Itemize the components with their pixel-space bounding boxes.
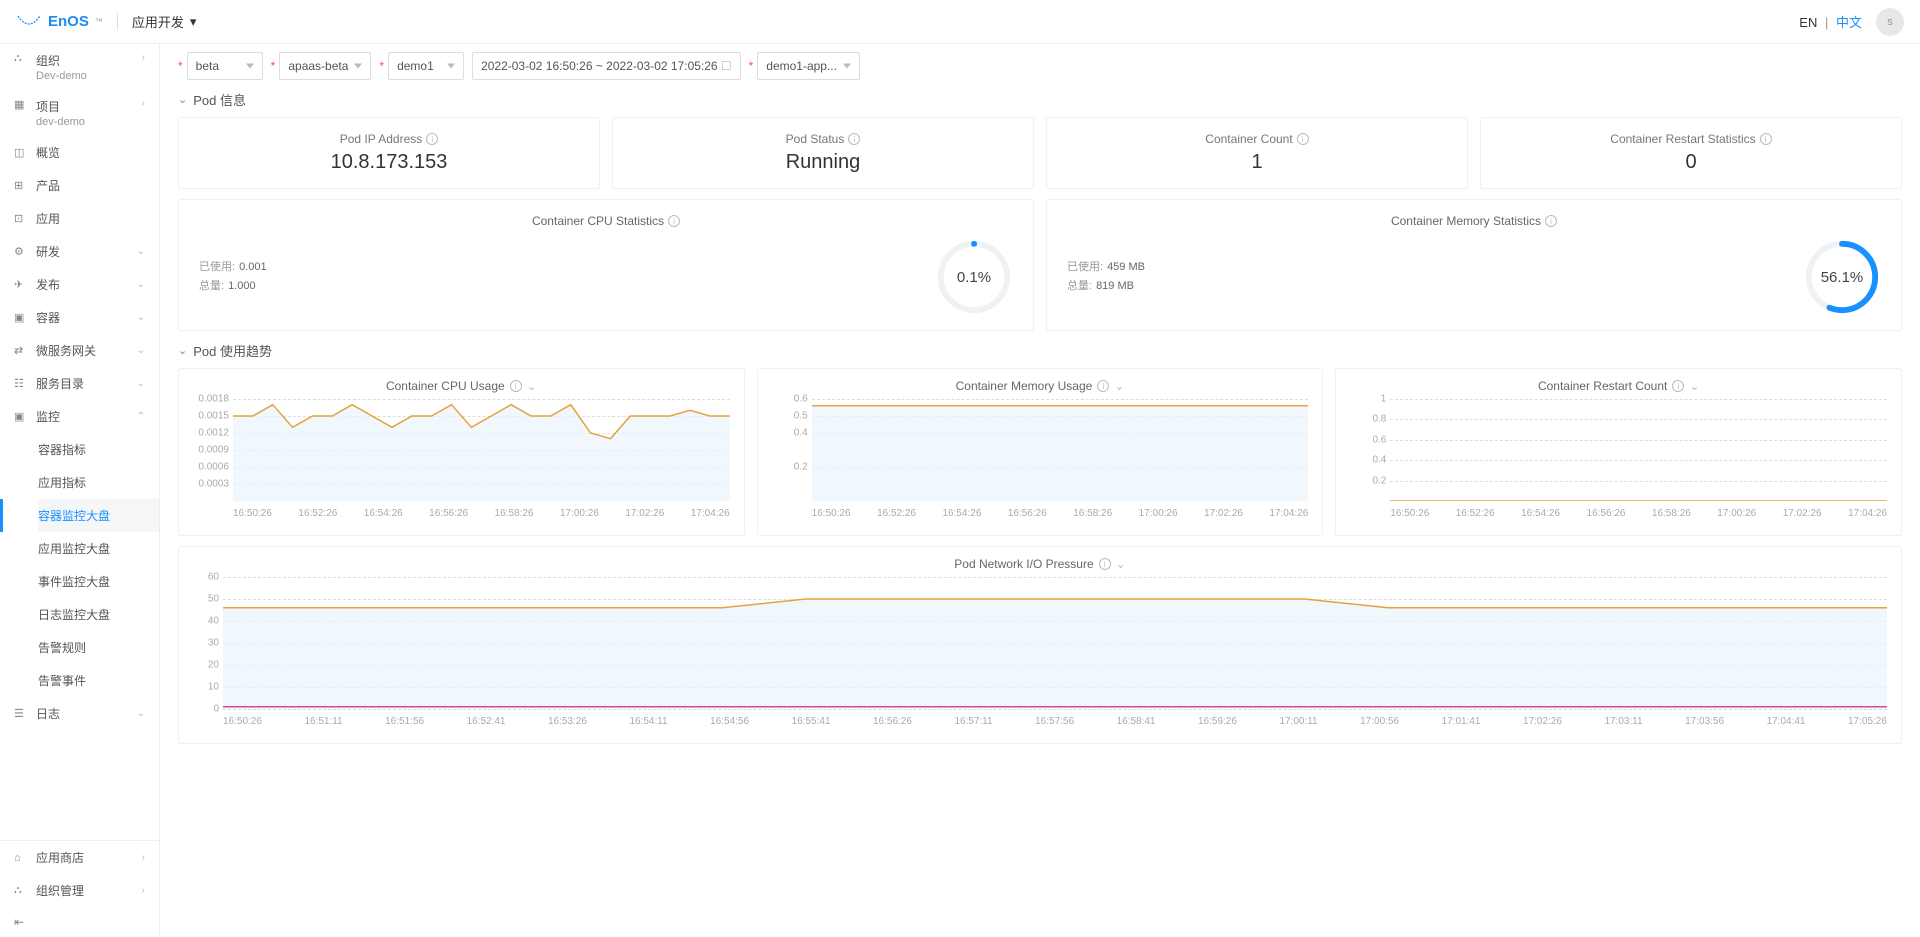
sidebar-monitor[interactable]: ▣ 监控 ⌃ [0,400,159,433]
chevron-down-icon: ⌄ [137,246,145,257]
sidebar-item-overview[interactable]: ◫概览 [0,136,159,169]
date-range-picker[interactable]: 2022-03-02 16:50:26 ~ 2022-03-02 17:05:2… [472,52,741,80]
catalog-icon: ☷ [14,377,28,390]
main-content: * beta * apaas-beta * demo1 2022-03-02 1… [160,44,1920,937]
chevron-down-icon: ⌄ [137,708,145,719]
sidebar-item-product[interactable]: ⊞产品 [0,169,159,202]
overview-icon: ◫ [14,146,28,159]
sidebar-item-gateway[interactable]: ⇄微服务网关⌄ [0,334,159,367]
sidebar-collapse-button[interactable]: ⇤ [0,907,159,937]
sidebar: ⛬ 组织 Dev-demo › ▦ 项目 dev-demo › ◫概览⊞产品⊡应… [0,44,160,937]
gauge-card: Container Memory Statistics i已使用:459 MB总… [1046,199,1902,331]
info-icon[interactable]: i [848,133,860,145]
sidebar-monitor-child[interactable]: 容器指标 [38,433,159,466]
info-icon[interactable]: i [1545,215,1557,227]
stat-card: Pod IP Address i10.8.173.153 [178,117,600,189]
info-icon[interactable]: i [1672,380,1684,392]
brand-mark-icon [16,14,42,30]
info-icon[interactable]: i [1760,133,1772,145]
container-icon: ▣ [14,311,28,324]
section-pod-info-header[interactable]: ⌄ Pod 信息 [178,90,1902,109]
dev-icon: ⚙ [14,245,28,258]
chart-card: Container Restart Count i ⌄0.20.40.60.81… [1335,368,1902,536]
chevron-right-icon: › [142,98,145,109]
stat-card: Container Restart Statistics i0 [1480,117,1902,189]
stat-card: Container Count i1 [1046,117,1468,189]
sidebar-monitor-child[interactable]: 应用监控大盘 [38,532,159,565]
deployment-select[interactable]: demo1 [388,52,464,80]
sidebar-project[interactable]: ▦ 项目 dev-demo › [0,90,159,136]
chevron-down-icon: ⌄ [178,93,187,106]
chevron-down-icon[interactable]: ⌄ [1689,379,1699,393]
sidebar-item-publish[interactable]: ✈发布⌄ [0,268,159,301]
chart-card: Container Memory Usage i ⌄0.20.40.50.616… [757,368,1324,536]
gauge: 56.1% [1803,238,1881,316]
info-icon[interactable]: i [510,380,522,392]
gateway-icon: ⇄ [14,344,28,357]
namespace-select[interactable]: apaas-beta [279,52,371,80]
org-icon: ⛬ [14,52,28,65]
caret-down-icon: ▾ [190,14,197,30]
sidebar-monitor-child[interactable]: 告警事件 [38,664,159,697]
chevron-down-icon[interactable]: ⌄ [1114,379,1124,393]
sidebar-item-catalog[interactable]: ☷服务目录⌄ [0,367,159,400]
sidebar-monitor-child[interactable]: 日志监控大盘 [38,598,159,631]
info-icon[interactable]: i [1097,380,1109,392]
chevron-right-icon: › [142,52,145,63]
avatar[interactable]: s [1876,8,1904,36]
chevron-down-icon[interactable]: ⌄ [527,379,537,393]
stat-card: Pod Status iRunning [612,117,1034,189]
info-icon[interactable]: i [1297,133,1309,145]
section-pod-trend-header[interactable]: ⌄ Pod 使用趋势 [178,341,1902,360]
header: EnOS ™ 应用开发 ▾ EN | 中文 s [0,0,1920,44]
brand-tm: ™ [95,17,103,26]
info-icon[interactable]: i [426,133,438,145]
chevron-down-icon[interactable]: ⌄ [1116,557,1126,571]
chevron-down-icon: ⌄ [137,378,145,389]
sidebar-monitor-child[interactable]: 告警规则 [38,631,159,664]
sidebar-item-dev[interactable]: ⚙研发⌄ [0,235,159,268]
chevron-right-icon: › [142,885,145,896]
app-switcher[interactable]: 应用开发 ▾ [132,12,197,31]
monitor-icon: ▣ [14,410,28,423]
product-icon: ⊞ [14,179,28,192]
log-icon: ☰ [14,707,28,720]
info-icon[interactable]: i [1099,558,1111,570]
calendar-icon: ☐ [721,59,732,73]
chart-card: Pod Network I/O Pressure i ⌄010203040506… [178,546,1902,744]
sidebar-log[interactable]: ☰ 日志 ⌄ [0,697,159,730]
publish-icon: ✈ [14,278,28,291]
pod-select[interactable]: demo1-app... [757,52,860,80]
chevron-down-icon: ⌄ [137,345,145,356]
sidebar-monitor-child[interactable]: 事件监控大盘 [38,565,159,598]
sidebar-org[interactable]: ⛬ 组织 Dev-demo › [0,44,159,90]
sidebar-item-orgmgmt[interactable]: ⛬组织管理› [0,874,159,907]
chevron-down-icon: ⌄ [137,312,145,323]
store-icon: ⌂ [14,852,28,864]
brand-logo: EnOS ™ [16,13,118,30]
sidebar-monitor-child[interactable]: 应用指标 [38,466,159,499]
collapse-icon: ⇤ [14,915,24,929]
brand-text: EnOS [48,13,89,30]
sidebar-item-store[interactable]: ⌂应用商店› [0,841,159,874]
chevron-down-icon: ⌄ [137,279,145,290]
chevron-up-icon: ⌃ [137,411,145,422]
sidebar-monitor-child[interactable]: 容器监控大盘 [38,499,159,532]
gauge-card: Container CPU Statistics i已使用:0.001总量:1.… [178,199,1034,331]
chart-card: Container CPU Usage i ⌄0.00030.00060.000… [178,368,745,536]
sidebar-item-app[interactable]: ⊡应用 [0,202,159,235]
orgmgmt-icon: ⛬ [14,884,28,897]
filter-bar: * beta * apaas-beta * demo1 2022-03-02 1… [178,52,1902,80]
chevron-right-icon: › [142,852,145,863]
cluster-select[interactable]: beta [187,52,263,80]
gauge: 0.1% [935,238,1013,316]
project-icon: ▦ [14,98,28,111]
info-icon[interactable]: i [668,215,680,227]
language-switch[interactable]: EN | 中文 [1799,12,1862,31]
sidebar-item-container[interactable]: ▣容器⌄ [0,301,159,334]
chevron-down-icon: ⌄ [178,344,187,357]
app-icon: ⊡ [14,212,28,225]
